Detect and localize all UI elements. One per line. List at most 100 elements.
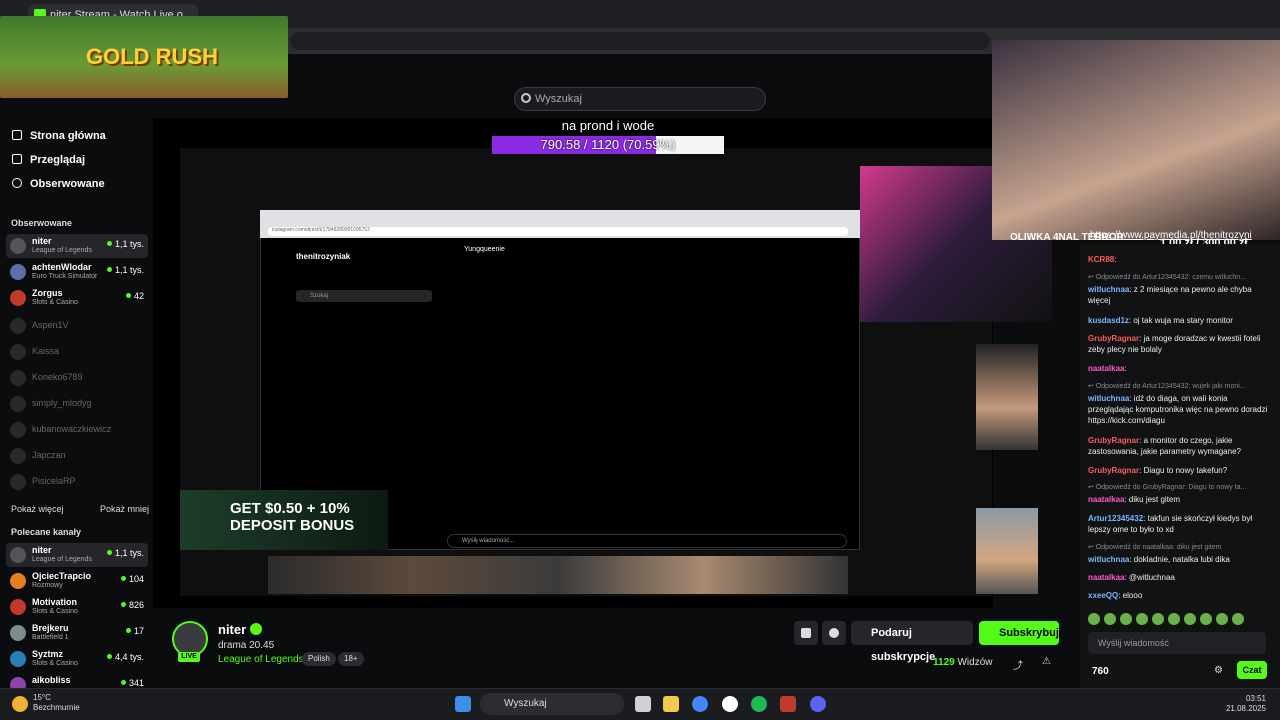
spotify-icon[interactable] — [751, 696, 767, 712]
followed-channel-offline[interactable]: Aspen1V — [6, 314, 148, 338]
avatar — [10, 370, 26, 386]
chat-username[interactable]: GrubyRagnar — [1088, 334, 1139, 343]
followed-channel-offline[interactable]: simply_mlodyg — [6, 392, 148, 416]
tag-language[interactable]: Polish — [302, 652, 336, 666]
search-input[interactable]: Wyszukaj — [514, 87, 766, 111]
voicemeeter-icon[interactable] — [780, 696, 796, 712]
stream-video-thumbnails — [268, 556, 848, 594]
viewer-count: 1129 Widzów — [933, 657, 993, 668]
stream-ig-search: Szukaj — [296, 290, 432, 302]
chat-username[interactable]: witluchnaa — [1088, 555, 1129, 564]
chat-message: GrubyRagnar: ja moge doradzac w kwestii … — [1088, 333, 1274, 355]
follow-button[interactable] — [822, 621, 846, 645]
chat-message: naatalkaa: — [1088, 363, 1274, 374]
start-icon[interactable] — [455, 696, 471, 712]
gift-subscription-button[interactable]: Podaruj subskrypcje — [851, 621, 973, 663]
chat-message: GrubyRagnar: a monitor do czego, jakie z… — [1088, 435, 1274, 457]
taskbar-search[interactable]: Wyszukaj — [480, 693, 624, 715]
task-view-icon[interactable] — [635, 696, 651, 712]
followed-channel-offline[interactable]: kubanowaczkiewicz — [6, 418, 148, 442]
avatar — [10, 318, 26, 334]
stream-category[interactable]: League of Legends — [218, 654, 304, 665]
chat-message: naatalkaa: diku jest gitem — [1088, 494, 1274, 505]
followed-channel[interactable]: achtenWlodar Euro Truck Simulator 1,1 tys. — [6, 260, 148, 284]
chat-reply-context: ↩ Odpowiedź do Artur12345432: czemu witl… — [1088, 272, 1274, 283]
chat-message: kusdasd1z: oj tak wuja ma stary monitor — [1088, 315, 1274, 326]
chrome-icon[interactable] — [692, 696, 708, 712]
stream-thumbnail-woman — [976, 344, 1038, 450]
stream-ig-url: instagram.com/direct/t/17848289991095752 — [268, 227, 848, 236]
followed-channel[interactable]: Zorgus Slots & Casino 42 — [6, 286, 148, 310]
recommended-channel[interactable]: aikobliss 341 — [6, 673, 148, 688]
chat-text: : oj tak wuja ma stary monitor — [1128, 316, 1233, 325]
chat-message: xxeeQQ: elooo — [1088, 590, 1274, 601]
donation-goal-text: 790.58 / 1120 (70.59%) — [540, 137, 676, 152]
chat-username[interactable]: naatalkaa — [1088, 573, 1124, 582]
file-explorer-icon[interactable] — [663, 696, 679, 712]
notifications-button[interactable] — [794, 621, 818, 645]
chat-username[interactable]: Artur12345432 — [1088, 514, 1143, 523]
weather-widget[interactable]: 15°C Bezchmurnie — [33, 693, 80, 713]
chat-username[interactable]: KCR88 — [1088, 255, 1114, 264]
chat-input[interactable]: Wyślij wiadomość — [1088, 632, 1266, 654]
chat-username[interactable]: witluchnaa — [1088, 394, 1129, 403]
chat-message: KCR88: — [1088, 254, 1274, 265]
avatar — [10, 599, 26, 615]
chat-username[interactable]: kusdasd1z — [1088, 316, 1129, 325]
recommended-channel[interactable]: Motivation Slots & Casino 826 — [6, 595, 148, 619]
avatar — [10, 344, 26, 360]
chat-username[interactable]: naatalkaa — [1088, 364, 1124, 373]
tag-age[interactable]: 18+ — [338, 652, 364, 666]
search-icon — [521, 93, 531, 103]
followed-channel-offline[interactable]: PisicelaRP — [6, 470, 148, 494]
followed-channel[interactable]: niter League of Legends 1,1 tys. — [6, 234, 148, 258]
show-less-button[interactable]: Pokaż mniej — [100, 504, 149, 514]
chat-text: : — [1114, 255, 1117, 264]
discord-icon[interactable] — [810, 696, 826, 712]
followed-channel-offline[interactable]: Kaissa — [6, 340, 148, 364]
avatar — [10, 422, 26, 438]
nav-following[interactable]: Obserwowane — [12, 178, 105, 190]
chat-text: : diku jest gitem — [1124, 495, 1181, 504]
chat-text: : @witluchnaa — [1124, 573, 1175, 582]
chat-text: : elooo — [1118, 591, 1143, 600]
obs-icon[interactable] — [722, 696, 738, 712]
avatar — [10, 396, 26, 412]
chat-text: : dokladnie, natalka lubi dika — [1129, 555, 1230, 564]
recommended-channel[interactable]: niter League of Legends 1,1 tys. — [6, 543, 148, 567]
streamer-name[interactable]: niter — [218, 622, 246, 637]
followed-channel-offline[interactable]: Japczan — [6, 444, 148, 468]
chat-settings-icon[interactable]: ⚙ — [1214, 665, 1223, 676]
channel-points[interactable]: 760 — [1092, 666, 1109, 677]
recommended-channel[interactable]: OjciecTrapcio Rozmowy 104 — [6, 569, 148, 593]
chat-username[interactable]: GrubyRagnar — [1088, 436, 1139, 445]
chat-message: Artur12345432: takfun sie skończył kiedy… — [1088, 513, 1274, 535]
system-clock[interactable]: 03:51 21.08.2025 — [1214, 694, 1266, 714]
chat-send-button[interactable]: Czat — [1237, 661, 1267, 679]
chat-username[interactable]: xxeeQQ — [1088, 591, 1118, 600]
report-icon[interactable]: ⚠ — [1042, 656, 1051, 667]
chat-username[interactable]: witluchnaa — [1088, 285, 1129, 294]
weather-icon[interactable] — [12, 696, 28, 712]
avatar — [10, 573, 26, 589]
share-icon[interactable]: ⤴ — [1013, 657, 1023, 672]
address-bar[interactable] — [290, 32, 990, 50]
heart-icon — [12, 178, 22, 188]
nav-home[interactable]: Strona główna — [12, 130, 106, 142]
avatar — [10, 290, 26, 306]
chat-reply-text: ↩ Odpowiedź do Artur12345432: wujek jaki… — [1088, 383, 1246, 390]
avatar — [10, 547, 26, 563]
followed-section-title: Obserwowane — [11, 218, 73, 228]
emote-bar[interactable] — [1088, 612, 1268, 626]
followed-channel-offline[interactable]: Koneko6789 — [6, 366, 148, 390]
show-more-button[interactable]: Pokaż więcej — [11, 504, 64, 514]
bell-icon — [801, 628, 811, 638]
bonus-ad-banner: GET $0.50 + 10% DEPOSIT BONUS — [180, 490, 388, 550]
chat-username[interactable]: naatalkaa — [1088, 495, 1124, 504]
nav-browse[interactable]: Przeglądaj — [12, 154, 85, 166]
subscribe-button[interactable]: Subskrybuj — [979, 621, 1059, 645]
gold-rush-title: GOLD RUSH — [86, 44, 218, 69]
recommended-channel[interactable]: Syztmz Slots & Casino 4,4 tys. — [6, 647, 148, 671]
recommended-channel[interactable]: Brejkeru Battlefield 1 17 — [6, 621, 148, 645]
chat-username[interactable]: GrubyRagnar — [1088, 466, 1139, 475]
